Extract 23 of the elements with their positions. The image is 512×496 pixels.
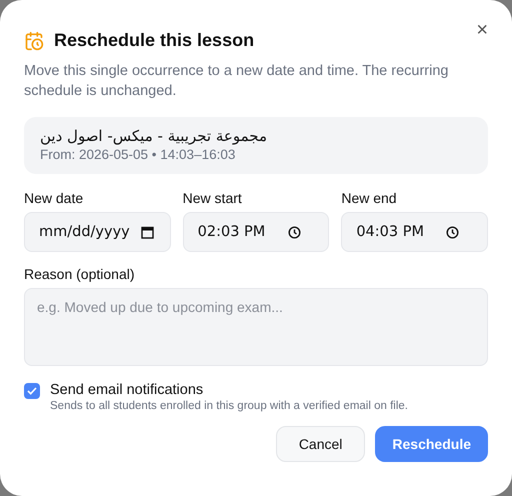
checkbox-label: Send email notifications xyxy=(50,382,204,398)
reason-field[interactable]: e.g. Moved up due to upcoming exam... xyxy=(24,288,488,366)
date-field[interactable]: mm/dd/yyyy xyxy=(24,212,171,252)
cancel-button[interactable]: Cancel xyxy=(276,426,366,462)
dialog-title: Reschedule this lesson xyxy=(54,30,254,51)
helper-text: Sends to all students enrolled in this group with a verified email on file. xyxy=(50,400,408,412)
checkmark-icon xyxy=(27,387,37,395)
dialog-description: Move this single occurrence to a new date and time. The recurring schedule is unchanged. xyxy=(24,62,450,101)
time-field[interactable]: 02:03 PM xyxy=(182,212,330,252)
field-label: New date xyxy=(24,190,84,206)
lesson-name: مجموعة تجريبية - ميكس- اصول دين xyxy=(40,127,267,145)
field-label: New start xyxy=(182,190,243,206)
calendar-icon[interactable] xyxy=(141,226,154,238)
close-button[interactable]: × xyxy=(472,18,492,42)
field-label: Reason (optional) xyxy=(24,266,136,282)
field-label: New end xyxy=(341,190,398,206)
reschedule-button[interactable]: Reschedule xyxy=(375,426,488,462)
lesson-time: From: 2026-05-05 • 14:03–16:03 xyxy=(40,147,236,162)
time-field[interactable]: 04:03 PM xyxy=(341,212,488,252)
checkbox[interactable] xyxy=(24,383,40,399)
clock-icon[interactable] xyxy=(288,226,301,238)
clock-icon[interactable] xyxy=(446,226,460,238)
calendar-clock-icon xyxy=(24,30,44,50)
